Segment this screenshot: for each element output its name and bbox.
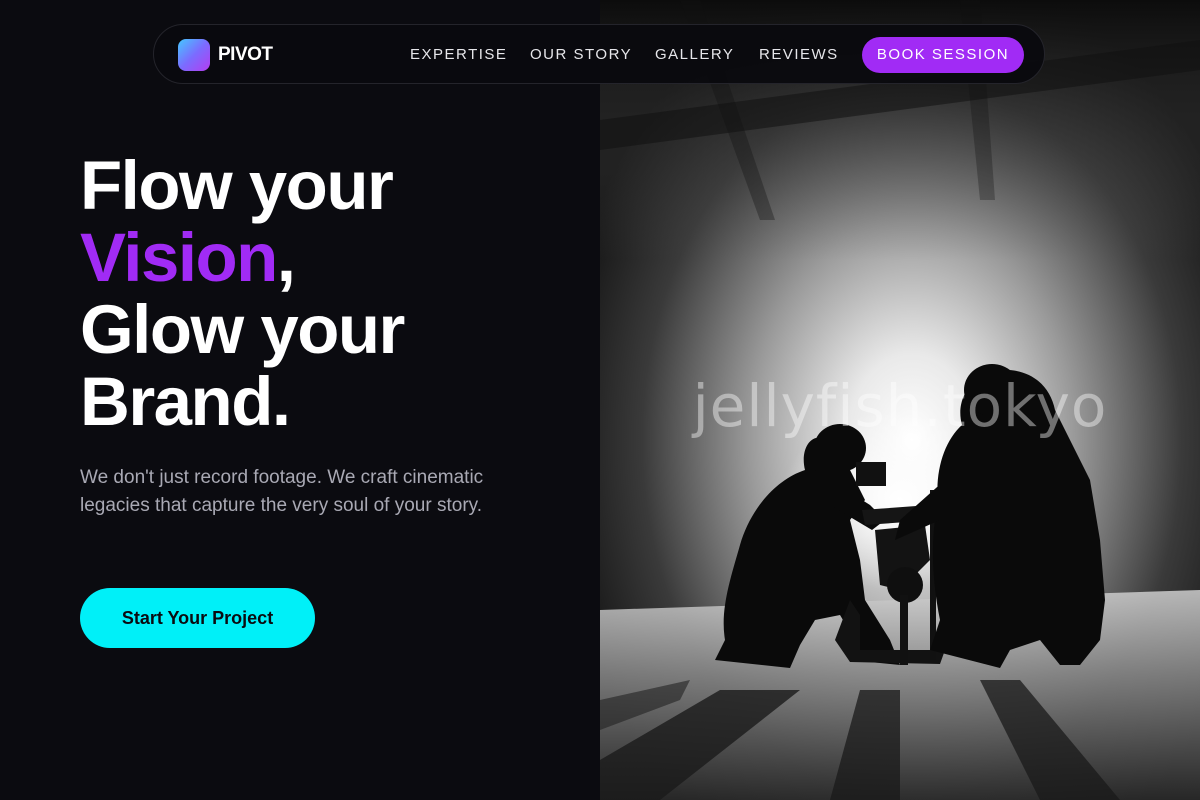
brand-name[interactable]: PIVOT xyxy=(218,44,273,66)
hero-lead-paragraph: We don't just record footage. We craft c… xyxy=(80,467,484,516)
nav-link-gallery[interactable]: GALLERY xyxy=(655,46,734,63)
headline-accent-punctuation: , xyxy=(276,219,296,296)
nav-link-expertise[interactable]: EXPERTISE xyxy=(410,46,507,63)
top-navbar: PIVOT EXPERTISE OUR STORY GALLERY REVIEW… xyxy=(153,24,1045,84)
nav-link-our-story[interactable]: OUR STORY xyxy=(530,46,632,63)
headline-line-1: Flow your xyxy=(80,147,394,224)
nav-link-reviews[interactable]: REVIEWS xyxy=(759,46,839,63)
headline-line-3: Glow your xyxy=(80,291,405,368)
start-your-project-button[interactable]: Start Your Project xyxy=(80,588,315,648)
film-crew-silhouette-image xyxy=(600,0,1200,800)
headline-line-4: Brand. xyxy=(80,363,291,440)
gradient-square-logo-icon[interactable] xyxy=(178,39,210,71)
landing-page: jellyfish.tokyo PIVOT EXPERTISE OUR STOR… xyxy=(0,0,1200,800)
hero-headline: Flow your Vision, Glow your Brand. xyxy=(80,147,405,440)
headline-accent-word: Vision xyxy=(80,219,278,296)
book-session-button[interactable]: BOOK SESSION xyxy=(862,37,1024,73)
hero-photo-film-crew: jellyfish.tokyo xyxy=(600,0,1200,800)
